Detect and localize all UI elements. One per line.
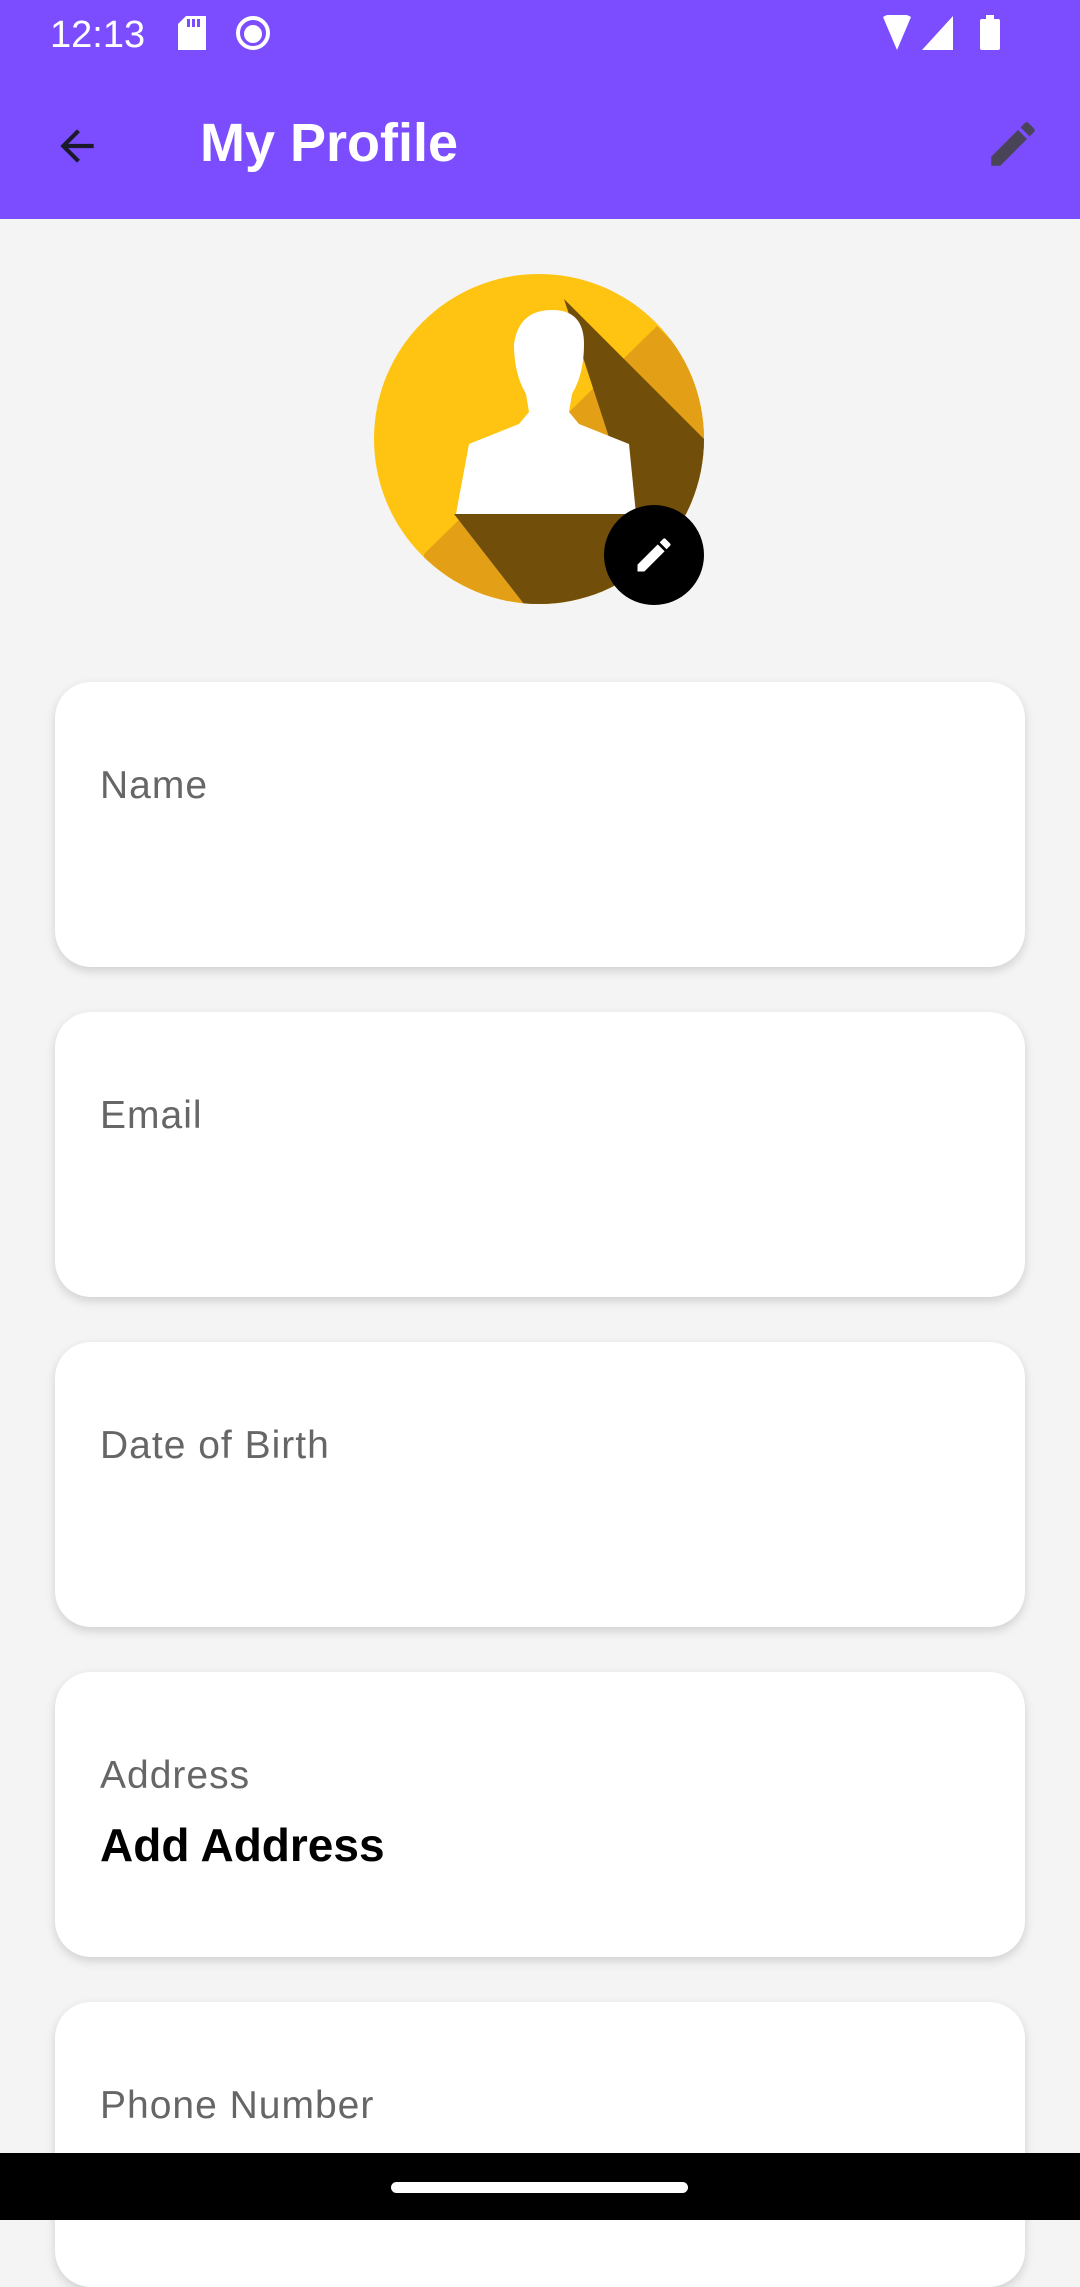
app-notification-icon bbox=[236, 16, 270, 50]
add-address-link[interactable]: Add Address bbox=[100, 1818, 385, 1872]
field-label: Phone Number bbox=[100, 2084, 375, 2127]
field-label: Address bbox=[100, 1754, 251, 1797]
battery-icon bbox=[980, 15, 1000, 50]
name-field[interactable]: Name bbox=[55, 682, 1025, 967]
app-bar: My Profile bbox=[0, 78, 1080, 219]
field-label: Email bbox=[100, 1094, 203, 1137]
back-arrow-icon[interactable] bbox=[52, 121, 102, 171]
edit-avatar-button[interactable] bbox=[604, 505, 704, 605]
email-field[interactable]: Email bbox=[55, 1012, 1025, 1297]
phone-number-field[interactable]: Phone Number bbox=[55, 2002, 1025, 2287]
signal-icon bbox=[922, 16, 953, 50]
status-bar: 12:13 bbox=[0, 0, 1080, 78]
home-gesture-handle[interactable] bbox=[391, 2182, 688, 2193]
status-time: 12:13 bbox=[50, 14, 146, 56]
sd-card-icon bbox=[178, 16, 206, 50]
navigation-bar bbox=[0, 2153, 1080, 2220]
wifi-icon bbox=[883, 15, 911, 50]
edit-profile-icon[interactable] bbox=[984, 115, 1042, 173]
status-icons bbox=[883, 15, 1000, 50]
address-field[interactable]: Address Add Address bbox=[55, 1672, 1025, 1957]
pencil-icon bbox=[637, 538, 671, 572]
page-title: My Profile bbox=[200, 113, 459, 173]
field-label: Name bbox=[100, 764, 209, 807]
date-of-birth-field[interactable]: Date of Birth bbox=[55, 1342, 1025, 1627]
field-label: Date of Birth bbox=[100, 1424, 330, 1467]
